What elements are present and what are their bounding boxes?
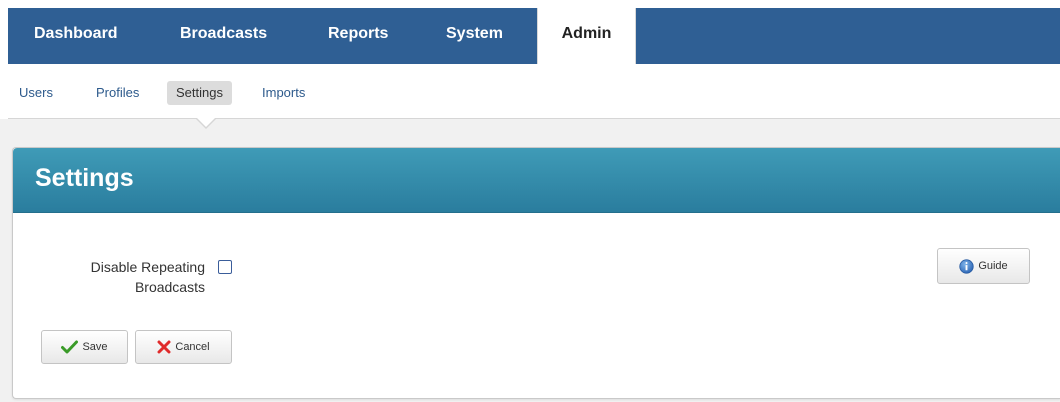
tab-reports[interactable]: Reports xyxy=(328,8,388,64)
tab-system[interactable]: System xyxy=(446,8,503,64)
panel-header: Settings xyxy=(13,148,1060,213)
save-button-label: Save xyxy=(82,341,108,353)
cancel-button-label: Cancel xyxy=(175,341,210,353)
check-icon xyxy=(61,340,79,354)
disable-repeating-label-line1: Disable Repeating xyxy=(90,259,205,275)
active-subtab-pointer-inner xyxy=(196,117,216,127)
info-icon xyxy=(959,258,974,274)
tab-dashboard[interactable]: Dashboard xyxy=(34,8,118,64)
x-icon xyxy=(157,340,171,354)
settings-panel: Settings Disable Repeating Broadcasts Gu… xyxy=(12,147,1060,399)
subtab-imports[interactable]: Imports xyxy=(262,81,305,105)
top-nav-bar: Dashboard Broadcasts Reports System Admi… xyxy=(8,8,1060,65)
disable-repeating-checkbox[interactable] xyxy=(218,260,232,274)
cancel-button[interactable]: Cancel xyxy=(135,330,232,364)
tab-admin[interactable]: Admin xyxy=(537,8,636,65)
subtab-profiles[interactable]: Profiles xyxy=(96,81,139,105)
guide-button[interactable]: Guide xyxy=(937,248,1030,284)
save-button[interactable]: Save xyxy=(41,330,128,364)
page-title: Settings xyxy=(35,164,134,192)
disable-repeating-label-line2: Broadcasts xyxy=(134,279,205,295)
disable-repeating-label: Disable Repeating Broadcasts xyxy=(53,257,205,297)
tab-broadcasts[interactable]: Broadcasts xyxy=(180,8,267,64)
sub-nav: Users Profiles Settings Imports xyxy=(8,64,1060,119)
guide-button-label: Guide xyxy=(978,260,1008,272)
subtab-users[interactable]: Users xyxy=(19,81,53,105)
subtab-settings[interactable]: Settings xyxy=(167,81,232,105)
